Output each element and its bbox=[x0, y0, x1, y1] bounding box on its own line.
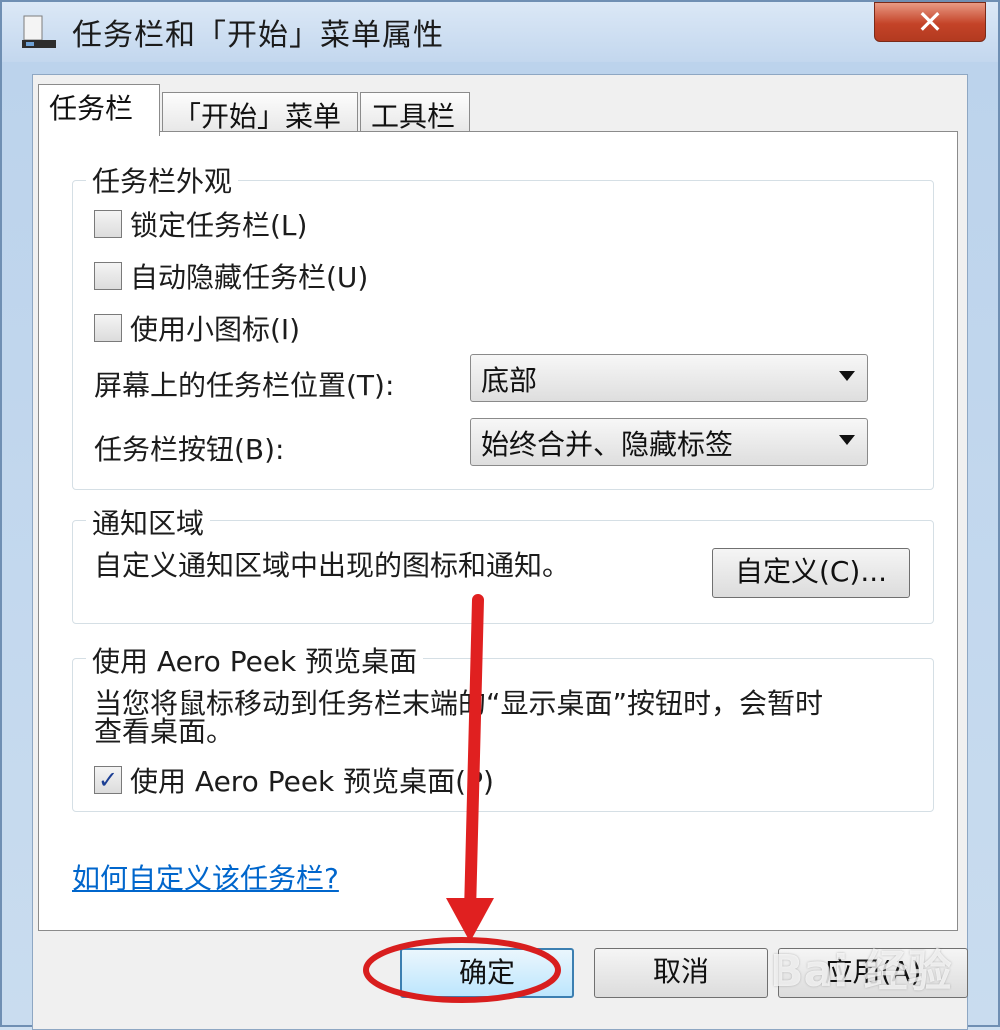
tab-toolbars[interactable]: 工具栏 bbox=[360, 92, 470, 134]
autohide-option[interactable]: 自动隐藏任务栏(U) bbox=[94, 256, 369, 294]
close-icon: ✕ bbox=[916, 3, 944, 41]
location-select[interactable]: 底部 bbox=[470, 354, 868, 402]
tab-start-menu[interactable]: 「开始」菜单 bbox=[162, 92, 358, 134]
tab-taskbar[interactable]: 任务栏 bbox=[38, 84, 160, 136]
chevron-down-icon bbox=[839, 435, 855, 445]
help-link[interactable]: 如何自定义该任务栏? bbox=[72, 857, 339, 897]
small-icons-option[interactable]: 使用小图标(I) bbox=[94, 308, 301, 346]
buttons-value: 始终合并、隐藏标签 bbox=[481, 428, 734, 461]
appearance-group-title: 任务栏外观 bbox=[86, 160, 239, 200]
aero-peek-option[interactable]: ✓ 使用 Aero Peek 预览桌面(P) bbox=[94, 760, 494, 798]
watermark: Bai 经验 bbox=[770, 946, 952, 997]
buttons-label: 任务栏按钮(B): bbox=[94, 433, 285, 466]
autohide-checkbox[interactable] bbox=[94, 262, 122, 290]
ok-button[interactable]: 确定 bbox=[400, 948, 574, 998]
aero-peek-checkbox[interactable]: ✓ bbox=[94, 766, 122, 794]
tab-start-menu-label: 「开始」菜单 bbox=[173, 100, 342, 133]
aero-peek-group-title: 使用 Aero Peek 预览桌面 bbox=[86, 640, 424, 680]
customize-button[interactable]: 自定义(C)... bbox=[712, 548, 910, 598]
small-icons-checkbox[interactable] bbox=[94, 314, 122, 342]
title-bar[interactable]: 任务栏和「开始」菜单属性 ✕ bbox=[2, 2, 998, 62]
aero-peek-label: 使用 Aero Peek 预览桌面(P) bbox=[130, 765, 494, 798]
location-label: 屏幕上的任务栏位置(T): bbox=[94, 369, 395, 402]
taskbar-app-icon bbox=[22, 15, 56, 48]
close-button[interactable]: ✕ bbox=[874, 2, 986, 42]
tab-toolbars-label: 工具栏 bbox=[371, 100, 456, 133]
notification-description: 自定义通知区域中出现的图标和通知。 bbox=[94, 549, 571, 582]
tab-taskbar-label: 任务栏 bbox=[49, 92, 134, 125]
lock-taskbar-option[interactable]: 锁定任务栏(L) bbox=[94, 204, 308, 242]
buttons-select[interactable]: 始终合并、隐藏标签 bbox=[470, 418, 868, 466]
properties-window: 任务栏和「开始」菜单属性 ✕ 任务栏 「开始」菜单 工具栏 任务栏外观 锁定任务… bbox=[0, 0, 1000, 1030]
notification-group-title: 通知区域 bbox=[86, 502, 211, 542]
autohide-label: 自动隐藏任务栏(U) bbox=[130, 261, 369, 294]
location-value: 底部 bbox=[481, 364, 538, 397]
lock-taskbar-checkbox[interactable] bbox=[94, 210, 122, 238]
small-icons-label: 使用小图标(I) bbox=[130, 313, 301, 346]
window-title: 任务栏和「开始」菜单属性 bbox=[72, 18, 444, 53]
cancel-button[interactable]: 取消 bbox=[594, 948, 768, 998]
aero-peek-description-2: 查看桌面。 bbox=[94, 715, 235, 748]
chevron-down-icon bbox=[839, 371, 855, 381]
lock-taskbar-label: 锁定任务栏(L) bbox=[130, 209, 308, 242]
